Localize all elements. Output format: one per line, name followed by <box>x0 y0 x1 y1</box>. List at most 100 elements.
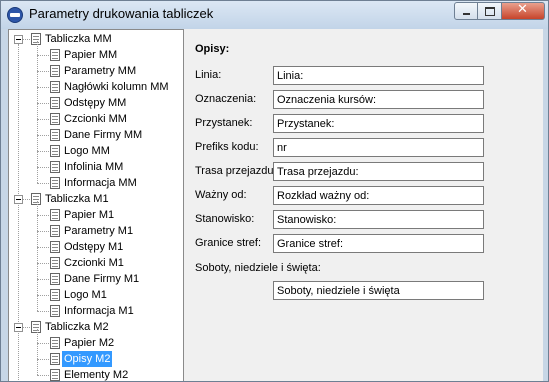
tree-item-label: Parametry M1 <box>64 225 134 237</box>
field-label: Trasa przejazdu: <box>195 165 277 177</box>
tree-group[interactable]: Tabliczka MM <box>9 31 183 47</box>
tree-group-label: Tabliczka M2 <box>45 321 109 333</box>
title-bar[interactable]: Parametry drukowania tabliczek ✕ <box>1 1 548 29</box>
maximize-button[interactable] <box>478 2 502 20</box>
field-input[interactable] <box>273 66 484 85</box>
collapse-icon[interactable] <box>14 35 23 44</box>
page-icon <box>50 209 60 221</box>
tree-item-label: Opisy M2 <box>62 351 113 367</box>
tree-connector <box>37 375 49 376</box>
tree-item[interactable]: Czcionki M1 <box>9 255 183 271</box>
tree-connector <box>37 87 49 88</box>
tree-item[interactable]: Informacja M1 <box>9 303 183 319</box>
tree-item-label: Informacja M1 <box>64 305 134 317</box>
tree-connector <box>37 151 49 152</box>
tree-item[interactable]: Czcionki MM <box>9 111 183 127</box>
tree-item-label: Logo MM <box>64 145 110 157</box>
tree-item[interactable]: Papier M2 <box>9 335 183 351</box>
tree-connector <box>37 279 49 280</box>
collapse-icon[interactable] <box>14 195 23 204</box>
tree-item[interactable]: Papier M1 <box>9 207 183 223</box>
tree-item[interactable]: Logo M1 <box>9 287 183 303</box>
tree-item[interactable]: Odstępy M1 <box>9 239 183 255</box>
settings-tree[interactable]: Tabliczka MM Papier MM Parametry MM Nagłówk… <box>8 29 184 381</box>
tree-item[interactable]: Informacja MM <box>9 175 183 191</box>
tree-connector <box>37 263 49 264</box>
page-icon <box>50 129 60 141</box>
app-window: Parametry drukowania tabliczek ✕ Tablicz… <box>0 0 549 382</box>
page-icon <box>50 369 60 381</box>
page-icon <box>50 241 60 253</box>
tree-connector <box>37 201 38 311</box>
tree-group-label: Tabliczka MM <box>45 33 112 45</box>
tree-item[interactable]: Opisy M2 <box>9 351 183 367</box>
tree-item[interactable]: Dane Firmy MM <box>9 127 183 143</box>
field-label: Linia: <box>195 69 222 81</box>
window-title: Parametry drukowania tabliczek <box>29 6 214 21</box>
tree-group[interactable]: Tabliczka M2 <box>9 319 183 335</box>
page-icon <box>31 321 41 333</box>
tree-item-label: Czcionki MM <box>64 113 127 125</box>
descriptions-panel: Opisy: Linia: Oznaczenia: Przystanek: Prefi… <box>188 29 543 381</box>
tree-connector <box>23 39 30 40</box>
page-icon <box>50 353 60 365</box>
tree-item-label: Informacja MM <box>64 177 137 189</box>
field-input[interactable] <box>273 162 484 181</box>
close-button[interactable]: ✕ <box>502 2 545 20</box>
field-input[interactable] <box>273 234 484 253</box>
client-area: Tabliczka MM Papier MM Parametry MM Nagłówk… <box>8 29 543 381</box>
field-input[interactable] <box>273 186 484 205</box>
tree-connector <box>37 119 49 120</box>
tree-connector <box>37 103 49 104</box>
tree-connector <box>37 231 49 232</box>
tree-group[interactable]: Tabliczka M1 <box>9 191 183 207</box>
field-input[interactable] <box>273 114 484 133</box>
page-icon <box>31 33 41 45</box>
field-input[interactable] <box>273 138 484 157</box>
close-icon: ✕ <box>517 2 528 17</box>
tree-item[interactable]: Papier MM <box>9 47 183 63</box>
page-icon <box>50 305 60 317</box>
page-icon <box>50 49 60 61</box>
panel-heading: Opisy: <box>195 43 230 55</box>
weekend-label: Soboty, niedziele i święta: <box>195 262 321 274</box>
page-icon <box>50 145 60 157</box>
minimize-button[interactable] <box>454 2 478 20</box>
tree-connector <box>37 71 49 72</box>
tree-item-label: Papier M1 <box>64 209 115 221</box>
tree-connector <box>37 311 49 312</box>
tree-item-label: Odstępy M1 <box>64 241 124 253</box>
tree-item[interactable]: Elementy M2 <box>9 367 183 381</box>
field-input[interactable] <box>273 210 484 229</box>
tree-item[interactable]: Dane Firmy M1 <box>9 271 183 287</box>
tree-connector <box>37 359 49 360</box>
tree-item-label: Papier MM <box>64 49 118 61</box>
tree-item[interactable]: Infolinia MM <box>9 159 183 175</box>
tree-connector <box>23 327 30 328</box>
page-icon <box>50 97 60 109</box>
tree-connector <box>37 183 49 184</box>
tree-item-label: Parametry MM <box>64 65 137 77</box>
tree-item[interactable]: Parametry MM <box>9 63 183 79</box>
field-label: Ważny od: <box>195 189 247 201</box>
tree-item[interactable]: Logo MM <box>9 143 183 159</box>
field-input[interactable] <box>273 90 484 109</box>
tree-connector <box>37 247 49 248</box>
tree-connector <box>37 215 49 216</box>
tree-item[interactable]: Nagłówki kolumn MM <box>9 79 183 95</box>
field-label: Prefiks kodu: <box>195 141 259 153</box>
tree-item[interactable]: Parametry M1 <box>9 223 183 239</box>
tree-item[interactable]: Odstępy MM <box>9 95 183 111</box>
weekend-input[interactable] <box>273 281 484 300</box>
page-icon <box>50 225 60 237</box>
tree-connector <box>37 41 38 183</box>
tree-item-label: Dane Firmy M1 <box>64 273 140 285</box>
page-icon <box>50 81 60 93</box>
tree-connector <box>37 55 49 56</box>
page-icon <box>50 289 60 301</box>
page-icon <box>31 193 41 205</box>
page-icon <box>50 337 60 349</box>
app-logo-icon <box>7 7 23 23</box>
collapse-icon[interactable] <box>14 323 23 332</box>
page-icon <box>50 257 60 269</box>
